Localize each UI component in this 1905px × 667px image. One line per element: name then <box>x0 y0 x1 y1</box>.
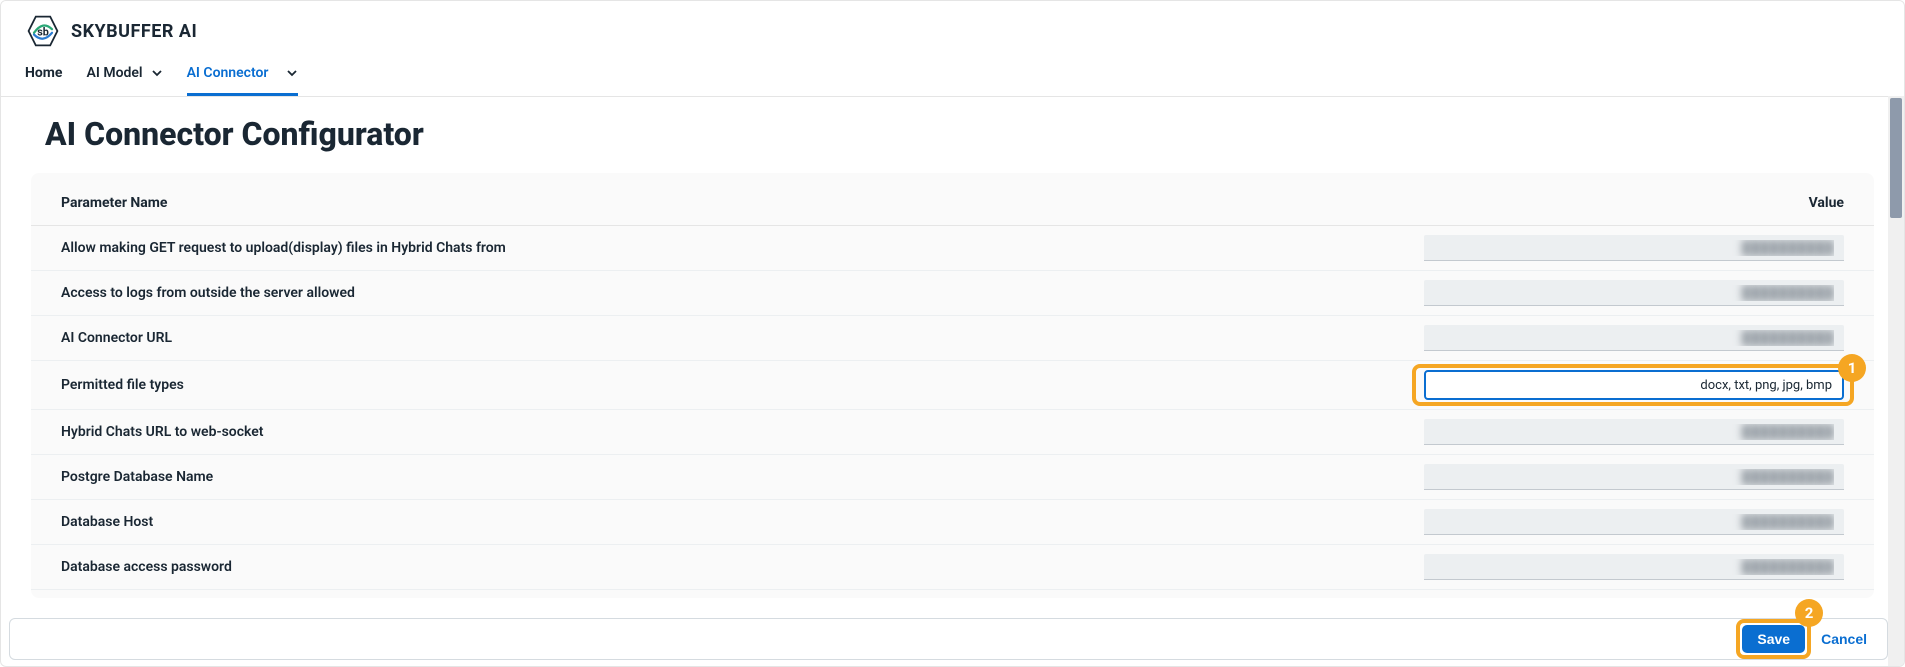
value-input[interactable] <box>1424 464 1844 490</box>
column-header-param: Parameter Name <box>61 195 1404 211</box>
table-row: Access to logs from outside the server a… <box>31 271 1874 316</box>
value-cell <box>1404 554 1844 580</box>
brand-logo-wrap: sb SKYBUFFER AI <box>25 13 197 49</box>
value-cell: 1 <box>1404 370 1844 400</box>
nav-item-ai-connector[interactable]: AI Connector <box>187 57 299 96</box>
footer-action-bar: Save 2 Cancel <box>9 618 1888 660</box>
annotation-badge-1: 1 <box>1838 354 1866 382</box>
parameter-name: Database Host <box>61 514 1404 530</box>
nav-label: AI Connector <box>187 65 269 81</box>
vertical-scrollbar[interactable] <box>1888 96 1904 666</box>
app-header: sb SKYBUFFER AI <box>1 1 1904 57</box>
cancel-button[interactable]: Cancel <box>1813 626 1875 652</box>
value-input[interactable] <box>1424 509 1844 535</box>
parameter-name: Database access password <box>61 559 1404 575</box>
parameter-name: AI Connector URL <box>61 330 1404 346</box>
table-row: AI Connector URL <box>31 316 1874 361</box>
value-cell <box>1404 464 1844 490</box>
table-row: Hybrid Chats URL to web-socket <box>31 410 1874 455</box>
annotation-badge-2: 2 <box>1795 599 1823 627</box>
chevron-down-icon <box>151 67 163 79</box>
brand-logo-icon: sb <box>25 13 61 49</box>
config-table: Parameter Name Value Allow making GET re… <box>31 173 1874 598</box>
table-header-row: Parameter Name Value <box>31 181 1874 226</box>
config-panel: Parameter Name Value Allow making GET re… <box>31 173 1874 598</box>
nav-item-ai-model[interactable]: AI Model <box>86 57 162 96</box>
scrollbar-thumb[interactable] <box>1890 98 1902 218</box>
nav-label: Home <box>25 65 62 81</box>
value-cell <box>1404 419 1844 445</box>
table-row: Permitted file types1 <box>31 361 1874 410</box>
value-cell <box>1404 235 1844 261</box>
table-row: Database Host <box>31 500 1874 545</box>
parameter-name: Access to logs from outside the server a… <box>61 285 1404 301</box>
column-header-value: Value <box>1404 195 1844 211</box>
value-input[interactable] <box>1424 235 1844 261</box>
svg-text:sb: sb <box>37 26 49 39</box>
value-cell <box>1404 280 1844 306</box>
chevron-down-icon <box>286 67 298 79</box>
parameter-name: Permitted file types <box>61 377 1404 393</box>
value-cell <box>1404 509 1844 535</box>
value-input[interactable] <box>1424 325 1844 351</box>
value-input[interactable] <box>1424 280 1844 306</box>
table-row: Database access password <box>31 545 1874 590</box>
table-row: Postgre Database Name <box>31 455 1874 500</box>
primary-nav: Home AI Model AI Connector <box>1 57 1904 97</box>
brand-name: SKYBUFFER AI <box>71 21 197 42</box>
value-input[interactable] <box>1424 370 1844 400</box>
parameter-name: Allow making GET request to upload(displ… <box>61 240 1404 256</box>
nav-label: AI Model <box>86 65 142 81</box>
value-cell <box>1404 325 1844 351</box>
value-input[interactable] <box>1424 419 1844 445</box>
table-row: Allow making GET request to upload(displ… <box>31 226 1874 271</box>
page-title: AI Connector Configurator <box>1 97 1904 173</box>
save-button[interactable]: Save <box>1742 625 1805 653</box>
nav-item-home[interactable]: Home <box>25 57 62 96</box>
content-scroll-area[interactable]: AI Connector Configurator Parameter Name… <box>1 97 1904 667</box>
value-input[interactable] <box>1424 554 1844 580</box>
parameter-name: Postgre Database Name <box>61 469 1404 485</box>
parameter-name: Hybrid Chats URL to web-socket <box>61 424 1404 440</box>
